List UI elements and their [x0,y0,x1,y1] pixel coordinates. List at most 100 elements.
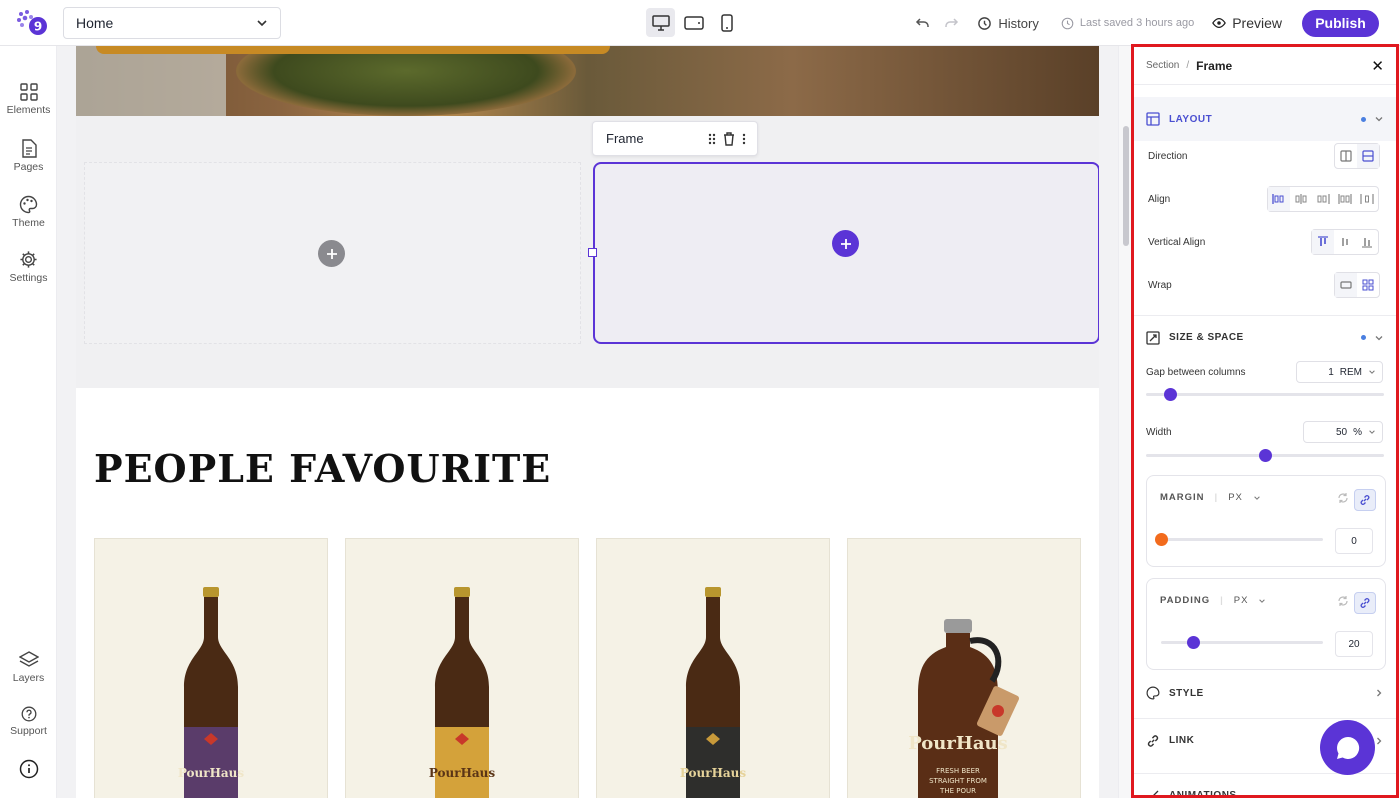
growler-image: PourHaus FRESH BEER STRAIGHT FROM THE PO… [908,619,1019,798]
gear-icon [20,251,37,268]
wrap-toggle [1334,272,1380,298]
page-select[interactable]: Home [63,7,281,39]
breadcrumb-current: Frame [1196,58,1233,73]
layout-section-header[interactable]: LAYOUT [1134,97,1396,141]
width-slider-knob[interactable] [1259,449,1272,462]
padding-slider[interactable] [1161,636,1323,649]
sidebar-item-label: Theme [12,217,45,229]
padding-slider-knob[interactable] [1187,636,1201,649]
scrollbar-thumb[interactable] [1123,126,1129,246]
page-preview: Frame PEOPLE FAVOURITE PourHaus PourHaus… [76,46,1099,798]
width-value: 50 [1335,426,1348,438]
info-icon [19,759,38,779]
margin-slider[interactable] [1155,533,1323,546]
margin-slider-knob[interactable] [1155,533,1168,546]
gap-slider-knob[interactable] [1163,388,1177,401]
size-space-section-header[interactable]: SIZE & SPACE [1134,315,1396,359]
chevron-down-icon [1369,430,1375,434]
tablet-view-button[interactable] [679,8,708,37]
product-card[interactable]: PourHaus [94,538,328,798]
more-options-icon[interactable] [741,132,747,146]
grid-icon [19,83,38,101]
margin-unit: PX [1228,492,1243,503]
product-card[interactable]: PourHaus [596,538,830,798]
wrap-label: Wrap [1148,280,1172,291]
gap-label: Gap between columns [1146,367,1246,378]
align-around-button[interactable] [1356,187,1378,211]
left-sidebar: Elements Pages Theme Settings Layers Sup… [0,46,57,798]
direction-row-button[interactable] [1335,144,1357,168]
frame-selected[interactable] [593,162,1099,344]
align-center-button[interactable] [1290,187,1312,211]
page-icon [21,139,37,158]
padding-unit-select[interactable]: PX [1234,595,1267,606]
align-start-button[interactable] [1268,187,1290,211]
close-icon[interactable]: ✕ [1371,57,1384,75]
link-values-button[interactable] [1354,592,1376,614]
align-end-button[interactable] [1312,187,1334,211]
product-card[interactable]: PourHaus [345,538,579,798]
resize-handle[interactable] [588,248,597,257]
columns-icon [1340,150,1352,162]
sidebar-item-elements[interactable]: Elements [0,83,57,116]
app-logo[interactable]: 9 [16,9,50,37]
frame-left[interactable] [84,162,581,344]
align-center-icon [1295,194,1307,204]
wrap-button[interactable] [1357,273,1379,297]
chat-support-button[interactable] [1320,720,1375,775]
margin-unit-select[interactable]: PX [1228,492,1261,503]
width-slider[interactable] [1146,449,1384,462]
tablet-icon [683,15,704,30]
width-input[interactable]: 50 % [1303,421,1383,443]
trash-icon[interactable] [723,131,735,146]
top-actions: History Last saved 3 hours ago Preview P… [909,0,1400,46]
editor-canvas: Frame PEOPLE FAVOURITE PourHaus PourHaus… [57,46,1118,798]
reset-icon[interactable] [1337,595,1349,607]
valign-top-button[interactable] [1312,230,1334,254]
info-button[interactable] [0,759,57,782]
add-element-button[interactable] [832,230,859,257]
desktop-view-button[interactable] [646,8,675,37]
sidebar-item-layers[interactable]: Layers [0,651,57,684]
style-section-header[interactable]: STYLE [1134,671,1396,715]
margin-value-input[interactable]: 0 [1335,528,1373,554]
animations-section-header[interactable]: ANIMATIONS [1134,773,1396,795]
history-button[interactable]: History [977,16,1039,31]
redo-button[interactable] [937,9,965,37]
add-element-button[interactable] [318,240,345,267]
sidebar-item-settings[interactable]: Settings [0,250,57,284]
sidebar-item-pages[interactable]: Pages [0,139,57,173]
preview-button[interactable]: Preview [1212,15,1282,31]
padding-value-input[interactable]: 20 [1335,631,1373,657]
undo-button[interactable] [909,9,937,37]
publish-button[interactable]: Publish [1302,9,1379,37]
section-block[interactable] [76,116,1099,388]
sidebar-item-label: Elements [6,104,51,116]
reset-icon[interactable] [1337,492,1349,504]
nowrap-button[interactable] [1335,273,1357,297]
direction-column-button[interactable] [1357,144,1379,168]
mobile-view-button[interactable] [712,8,741,37]
nowrap-icon [1340,281,1352,289]
align-label: Align [1148,194,1171,205]
chevron-right-icon [1377,689,1382,697]
gap-input[interactable]: 1 REM [1296,361,1383,383]
canvas-scrollbar[interactable] [1118,46,1132,798]
padding-card: PADDING | PX 20 [1146,578,1386,670]
drag-handle-icon[interactable] [707,132,717,146]
wrap-icon [1362,279,1374,291]
chevron-down-icon [257,20,267,27]
plus-icon [326,248,337,259]
valign-middle-button[interactable] [1334,230,1356,254]
product-card[interactable]: PourHaus FRESH BEER STRAIGHT FROM THE PO… [847,538,1081,798]
breadcrumb-parent[interactable]: Section [1146,60,1179,71]
valign-bottom-icon [1362,238,1372,248]
sidebar-item-support[interactable]: Support [0,706,57,737]
gap-slider[interactable] [1146,388,1384,401]
valign-bottom-button[interactable] [1356,230,1378,254]
hero-image [76,46,1099,116]
align-between-button[interactable] [1334,187,1356,211]
width-label: Width [1146,427,1172,438]
link-values-button[interactable] [1354,489,1376,511]
sidebar-item-theme[interactable]: Theme [0,195,57,229]
